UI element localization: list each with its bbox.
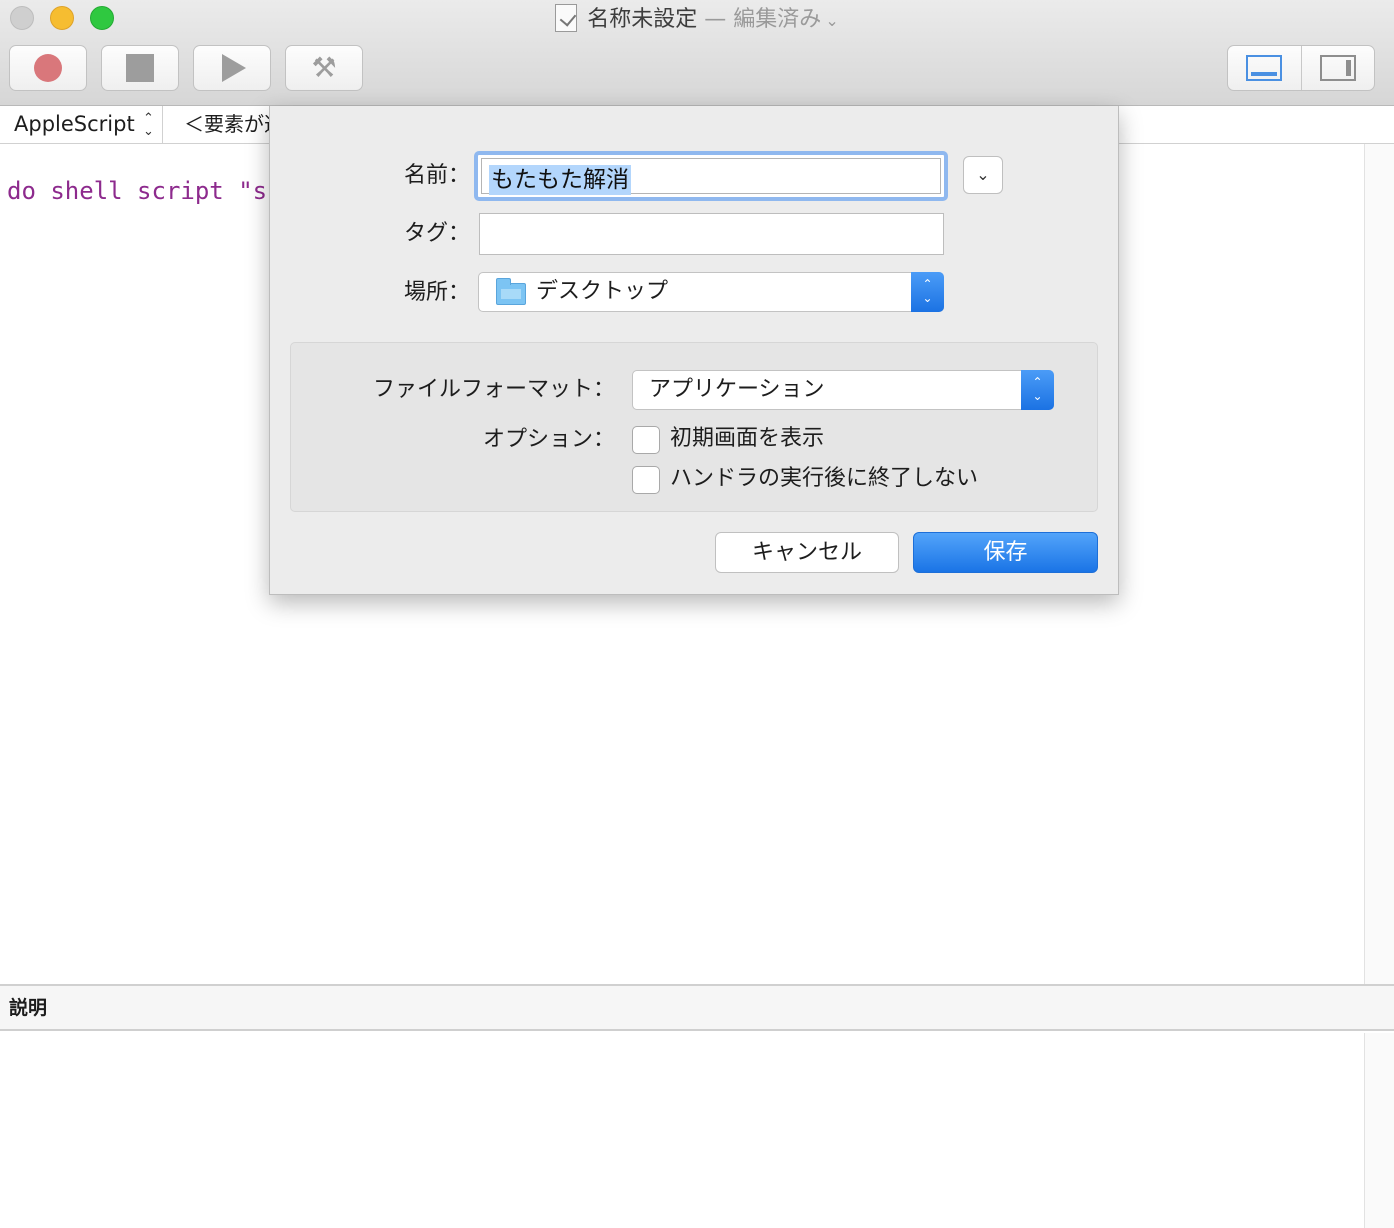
title-status: 編集済み — [733, 7, 822, 32]
location-label: 場所： — [403, 280, 470, 305]
show-startup-screen-checkbox[interactable] — [632, 426, 660, 454]
run-button[interactable] — [193, 45, 271, 91]
location-value: デスクトップ — [536, 279, 669, 304]
language-updown-icon: ⌃ ⌄ — [143, 111, 154, 139]
location-popup[interactable]: デスクトップ ⌃ ⌄ — [478, 272, 944, 312]
tags-label: タグ： — [403, 221, 470, 246]
record-icon — [34, 54, 62, 82]
name-label: 名前： — [403, 163, 470, 188]
name-field-inner: もたもた解消 — [481, 158, 941, 195]
editor-scrollbar[interactable] — [1364, 144, 1394, 984]
stop-button[interactable] — [101, 45, 179, 91]
tags-field[interactable] — [479, 213, 944, 255]
name-value[interactable]: もたもた解消 — [489, 165, 631, 195]
description-header: 説明 — [0, 986, 1394, 1031]
save-dialog: 名前： もたもた解消 ⌄ タグ： 場所： デスクトップ ⌃ ⌄ ファイルフォーマ… — [269, 106, 1119, 595]
show-bottom-pane-button[interactable] — [1228, 46, 1301, 90]
language-popup[interactable]: AppleScript — [0, 106, 163, 143]
script-document-icon — [555, 4, 578, 32]
location-updown-icon: ⌃ ⌄ — [911, 272, 944, 312]
cancel-button[interactable]: キャンセル — [715, 532, 899, 573]
title-chevron-down-icon[interactable]: ⌄ — [825, 11, 838, 30]
file-format-popup[interactable]: アプリケーション ⌃ ⌄ — [632, 370, 1054, 410]
show-startup-screen-label[interactable]: 初期画面を表示 — [670, 424, 824, 454]
view-segmented-control — [1227, 45, 1375, 91]
show-side-pane-button[interactable] — [1300, 46, 1375, 90]
folder-icon — [496, 278, 526, 305]
title-separator: — — [704, 7, 727, 32]
compile-button[interactable]: ⚒ — [285, 45, 363, 91]
file-format-label: ファイルフォーマット： — [372, 377, 615, 402]
play-icon — [222, 54, 246, 82]
side-pane-icon — [1319, 55, 1356, 81]
file-format-updown-icon: ⌃ ⌄ — [1021, 370, 1054, 410]
bottom-pane-icon — [1246, 55, 1283, 81]
description-text-area[interactable] — [0, 1033, 1364, 1228]
options-label: オプション： — [482, 427, 615, 452]
window-title-area[interactable]: 名称未設定 — 編集済み ⌄ — [0, 4, 1394, 36]
options-panel: ファイルフォーマット： アプリケーション ⌃ ⌄ オプション： 初期画面を表示 … — [290, 342, 1098, 512]
record-button[interactable] — [9, 45, 87, 91]
element-popup[interactable]: ＜要素が選択されていません＞ — [184, 106, 270, 143]
language-label: AppleScript — [14, 112, 135, 136]
stop-icon — [126, 54, 154, 82]
expand-dialog-button[interactable]: ⌄ — [963, 156, 1003, 194]
window-titlebar: 名称未設定 — 編集済み ⌄ ⚒ — [0, 0, 1394, 106]
stay-open-label[interactable]: ハンドラの実行後に終了しない — [670, 464, 978, 494]
save-button[interactable]: 保存 — [913, 532, 1098, 573]
code-text[interactable]: do shell script "su — [7, 177, 269, 205]
file-format-value: アプリケーション — [649, 377, 825, 402]
window-title: 名称未設定 — [587, 7, 698, 32]
name-field[interactable]: もたもた解消 — [474, 151, 948, 201]
chevron-down-icon: ⌄ — [976, 165, 990, 184]
stay-open-checkbox[interactable] — [632, 466, 660, 494]
description-scrollbar[interactable] — [1364, 1033, 1394, 1228]
hammer-icon: ⚒ — [311, 51, 337, 84]
